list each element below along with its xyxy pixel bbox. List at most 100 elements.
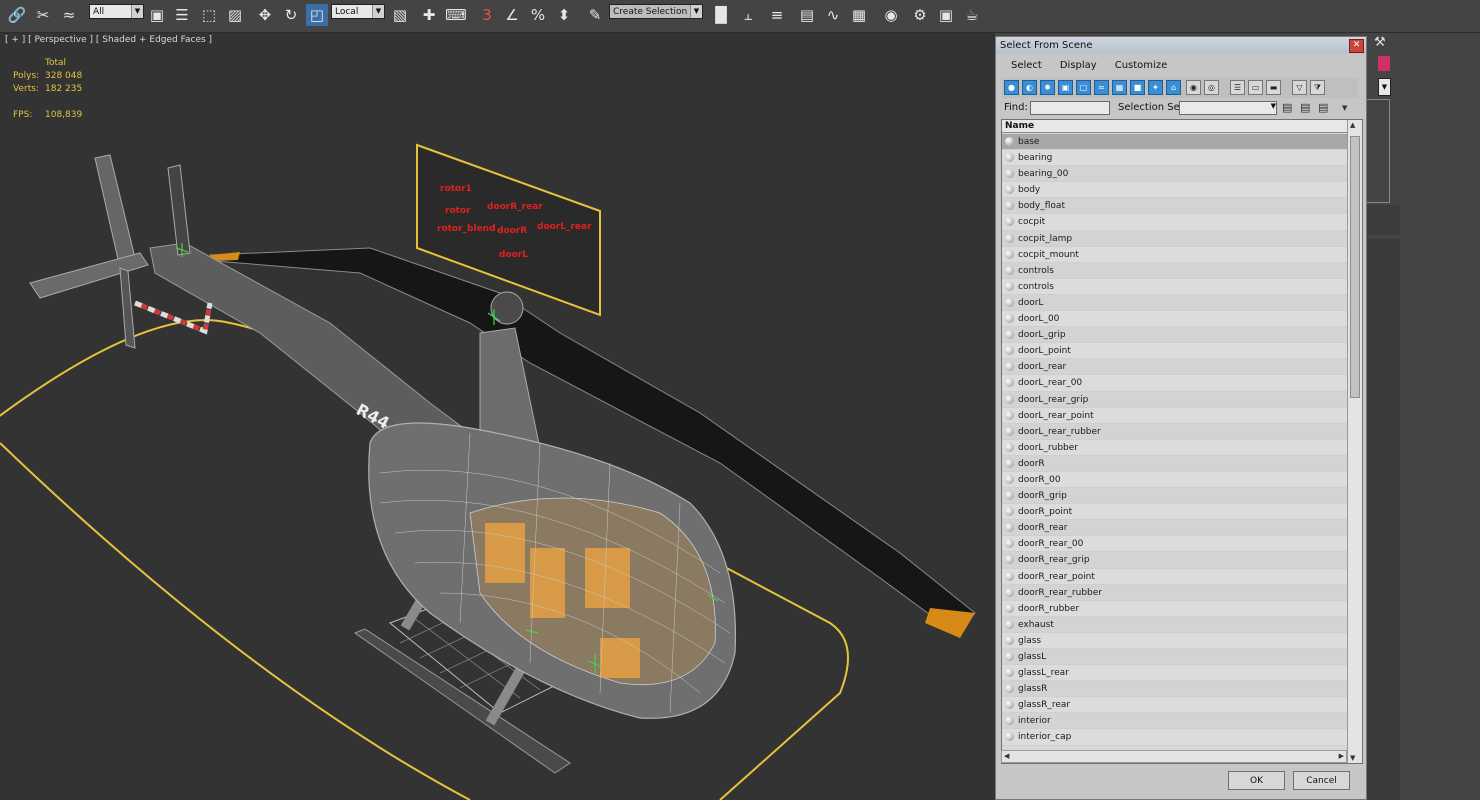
material-editor-icon[interactable]: ◉ — [880, 4, 902, 26]
expand-arrow-icon[interactable]: ▼ — [1342, 104, 1347, 112]
curve-editor-icon[interactable]: ∿ — [822, 4, 844, 26]
menu-display[interactable]: Display — [1051, 57, 1106, 73]
list-item[interactable]: glassL — [1002, 649, 1347, 666]
bind-space-warp-icon[interactable]: ≈ — [58, 4, 80, 26]
list-item[interactable]: doorR_rear_00 — [1002, 536, 1347, 553]
list-item[interactable]: doorR — [1002, 455, 1347, 472]
display-cameras-icon[interactable]: ▣ — [1058, 80, 1073, 95]
select-all-icon[interactable]: ☰ — [1230, 80, 1245, 95]
vertical-scrollbar[interactable]: ▲ ▼ — [1347, 120, 1362, 763]
scroll-down-icon[interactable]: ▼ — [1350, 754, 1355, 762]
selection-filter-dropdown[interactable]: All ▼ — [89, 4, 144, 19]
reference-coord-dropdown[interactable]: Local ▼ — [331, 4, 385, 19]
spinner-snap-icon[interactable]: ⬍ — [553, 4, 575, 26]
hammer-icon[interactable]: ⚒ — [1374, 35, 1392, 51]
list-item[interactable]: doorL_grip — [1002, 327, 1347, 344]
selection-set-edit-icon[interactable]: ▤ — [1300, 101, 1310, 114]
select-none-icon[interactable]: ▭ — [1248, 80, 1263, 95]
teapot-icon[interactable]: ☕ — [961, 4, 983, 26]
close-icon[interactable]: ✕ — [1349, 39, 1364, 53]
angle-snap-icon[interactable]: ∠ — [501, 4, 523, 26]
filter-icon[interactable]: ▽ — [1292, 80, 1307, 95]
list-item[interactable]: doorL_00 — [1002, 311, 1347, 328]
list-item[interactable]: bearing — [1002, 150, 1347, 167]
display-all-icon[interactable]: ◉ — [1186, 80, 1201, 95]
list-item[interactable]: cocpit_lamp — [1002, 230, 1347, 247]
display-groups-icon[interactable]: ▦ — [1112, 80, 1127, 95]
scale-icon[interactable]: ◰ — [306, 4, 328, 26]
display-geometry-icon[interactable]: ● — [1004, 80, 1019, 95]
dialog-title[interactable]: Select From Scene — [996, 37, 1366, 54]
select-invert-icon[interactable]: ▬ — [1266, 80, 1281, 95]
rotate-icon[interactable]: ↻ — [280, 4, 302, 26]
list-item[interactable]: doorL — [1002, 294, 1347, 312]
column-header-name[interactable]: Name — [1002, 120, 1347, 133]
scene-object-list[interactable]: Name base bearing bearing_00 body body_float… — [1001, 119, 1363, 764]
list-item[interactable]: glassL_rear — [1002, 665, 1347, 682]
list-item[interactable]: doorR_rubber — [1002, 600, 1347, 617]
viewport-label[interactable]: [ + ] [ Perspective ] [ Shaded + Edged F… — [5, 35, 212, 45]
perspective-viewport[interactable]: R44 rotor1 rotor rotor_blend doorR_rear … — [0, 33, 995, 800]
list-item[interactable]: glassR_rear — [1002, 697, 1347, 714]
display-shapes-icon[interactable]: ◐ — [1022, 80, 1037, 95]
list-item[interactable]: doorL_point — [1002, 343, 1347, 360]
list-item[interactable]: glassR — [1002, 681, 1347, 698]
window-crossing-icon[interactable]: ▨ — [224, 4, 246, 26]
selection-set-dropdown[interactable]: ▼ — [1179, 101, 1277, 115]
list-item[interactable]: doorR_rear_point — [1002, 568, 1347, 585]
layer-manager-icon[interactable]: ≡ — [766, 4, 788, 26]
display-lights-icon[interactable]: ✹ — [1040, 80, 1055, 95]
list-item[interactable]: interior — [1002, 713, 1347, 730]
list-item[interactable]: doorL_rear — [1002, 359, 1347, 376]
list-item[interactable]: base — [1002, 134, 1347, 151]
scrollbar-thumb[interactable] — [1350, 136, 1360, 398]
display-spacewarps-icon[interactable]: ≈ — [1094, 80, 1109, 95]
align-icon[interactable]: ⫠ — [737, 4, 759, 26]
scroll-right-icon[interactable]: ▶ — [1339, 752, 1344, 760]
list-item[interactable]: doorL_rear_00 — [1002, 375, 1347, 392]
edit-named-selection-icon[interactable]: ✎ — [584, 4, 606, 26]
list-item[interactable]: glass — [1002, 632, 1347, 649]
list-item[interactable]: bearing_00 — [1002, 166, 1347, 183]
display-containers-icon[interactable]: ⌂ — [1166, 80, 1181, 95]
schematic-view-icon[interactable]: ▦ — [848, 4, 870, 26]
display-helpers-icon[interactable]: ▢ — [1076, 80, 1091, 95]
scene-explorer-icon[interactable]: ▤ — [796, 4, 818, 26]
display-bones-icon[interactable]: ✦ — [1148, 80, 1163, 95]
filter-options-icon[interactable]: ⧩ — [1310, 80, 1325, 95]
select-by-name-icon[interactable]: ☰ — [171, 4, 193, 26]
display-none-icon[interactable]: ◎ — [1204, 80, 1219, 95]
rect-selection-icon[interactable]: ⬚ — [198, 4, 220, 26]
ok-button[interactable]: OK — [1228, 771, 1285, 790]
list-item[interactable]: body_float — [1002, 198, 1347, 215]
unlink-icon[interactable]: ✂ — [32, 4, 54, 26]
render-setup-icon[interactable]: ⚙ — [909, 4, 931, 26]
move-icon[interactable]: ✥ — [254, 4, 276, 26]
display-xrefs-icon[interactable]: ■ — [1130, 80, 1145, 95]
find-input[interactable] — [1030, 101, 1110, 115]
list-item[interactable]: doorL_rear_grip — [1002, 391, 1347, 408]
scroll-up-icon[interactable]: ▲ — [1350, 121, 1355, 129]
list-item[interactable]: interior_cap — [1002, 729, 1347, 746]
link-icon[interactable]: 🔗 — [6, 4, 28, 26]
list-item[interactable]: cocpit_mount — [1002, 246, 1347, 263]
menu-customize[interactable]: Customize — [1106, 57, 1177, 73]
keyboard-shortcut-icon[interactable]: ⌨ — [445, 4, 467, 26]
select-manipulate-icon[interactable]: ✚ — [418, 4, 440, 26]
named-selection-dropdown[interactable]: Create Selection Se ▼ — [609, 4, 703, 19]
chevron-down-icon[interactable]: ▼ — [1378, 78, 1391, 96]
list-item[interactable]: doorL_rear_point — [1002, 407, 1347, 424]
list-item[interactable]: exhaust — [1002, 616, 1347, 633]
select-icon[interactable]: ▣ — [146, 4, 168, 26]
list-item[interactable]: controls — [1002, 262, 1347, 279]
list-item[interactable]: doorR_rear_rubber — [1002, 584, 1347, 601]
pivot-icon[interactable]: ▧ — [389, 4, 411, 26]
list-item[interactable]: doorL_rubber — [1002, 439, 1347, 456]
selection-set-add-icon[interactable]: ▤ — [1282, 101, 1292, 114]
selection-set-remove-icon[interactable]: ▤ — [1318, 101, 1328, 114]
percent-snap-icon[interactable]: % — [527, 4, 549, 26]
list-item[interactable]: body — [1002, 182, 1347, 199]
mirror-icon[interactable]: ▐▌ — [709, 4, 732, 26]
snap-3d-icon[interactable]: 3 — [476, 4, 498, 26]
menu-select[interactable]: Select — [1002, 57, 1051, 73]
